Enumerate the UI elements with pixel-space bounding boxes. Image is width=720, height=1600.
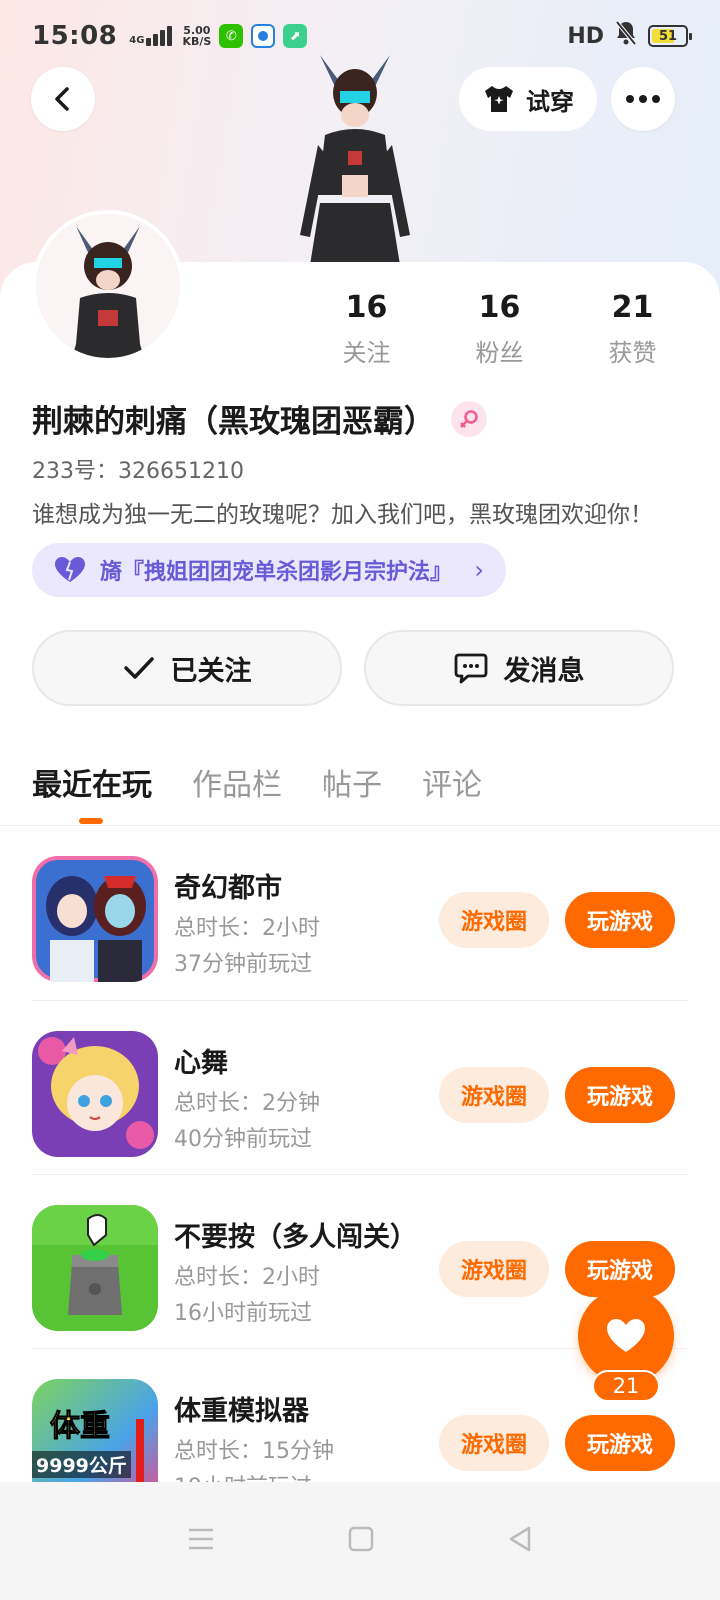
- game-play-duration: 总时长：2分钟: [174, 1091, 320, 1116]
- bio: 谁想成为独一无二的玫瑰呢？加入我们吧，黑玫瑰团欢迎你！: [32, 502, 653, 528]
- followed-label: 已关注: [170, 655, 252, 687]
- play-game-button[interactable]: 玩游戏: [565, 892, 675, 948]
- play-game-button[interactable]: 玩游戏: [565, 1067, 675, 1123]
- game-circle-button[interactable]: 游戏圈: [439, 892, 549, 948]
- tab-recently-played[interactable]: 最近在玩: [32, 760, 152, 804]
- menu-icon[interactable]: [187, 1527, 215, 1555]
- play-game-button[interactable]: 玩游戏: [565, 1415, 675, 1471]
- avatar[interactable]: [32, 210, 184, 362]
- mute-bell-icon: [614, 20, 638, 52]
- game-last-played: 40分钟前玩过: [174, 1127, 312, 1152]
- game-title: 体重模拟器: [174, 1396, 309, 1427]
- female-gender-icon: [451, 400, 487, 437]
- game-last-played: 16小时前玩过: [174, 1301, 312, 1326]
- check-icon: [123, 657, 154, 679]
- battery-icon: 51: [648, 25, 692, 47]
- game-play-duration: 总时长：2小时: [174, 1265, 320, 1290]
- chat-bubble-icon: [454, 653, 487, 684]
- relationship-chip[interactable]: 旖『拽姐团团宠单杀团影月宗护法』 ›: [32, 543, 506, 597]
- signal-icon: 4G: [129, 26, 173, 46]
- profile-tabs: 最近在玩 作品栏 帖子 评论: [32, 760, 482, 804]
- game-play-duration: 总时长：15分钟: [174, 1439, 334, 1464]
- chevron-left-icon: [55, 87, 69, 111]
- heart-icon: [55, 557, 85, 582]
- app-notification-icon-2: ⬈: [283, 24, 308, 48]
- heart-icon: [607, 1319, 645, 1352]
- down-arrow-icon: [136, 1419, 144, 1489]
- profile-stats: 16 关注 16 粉丝 21 获赞: [300, 290, 700, 368]
- network-type: 4G: [129, 35, 145, 46]
- app-notification-icon: [251, 24, 276, 48]
- nickname-row: 荆棘的刺痛（黑玫瑰团恶霸）: [32, 396, 487, 441]
- tab-posts[interactable]: 帖子: [322, 760, 382, 804]
- back-button[interactable]: [31, 67, 95, 131]
- game-icon-fantasy-city: [32, 856, 158, 982]
- more-dots-icon: [626, 95, 660, 103]
- stat-value: 16: [345, 290, 388, 325]
- back-triangle-icon[interactable]: [507, 1525, 533, 1557]
- weight-icon-text: 体重: [50, 1409, 111, 1445]
- avatar-character-image: [36, 214, 180, 358]
- tab-comments[interactable]: 评论: [422, 760, 482, 804]
- stat-likes[interactable]: 21 获赞: [566, 290, 699, 368]
- weight-icon-number: 9999公斤: [32, 1451, 131, 1478]
- stat-value: 16: [478, 290, 521, 325]
- game-title: 奇幻都市: [174, 873, 282, 904]
- stat-followers[interactable]: 16 粉丝: [433, 290, 566, 368]
- send-message-button[interactable]: 发消息: [364, 630, 674, 706]
- wechat-icon: ✆: [219, 24, 244, 48]
- active-tab-indicator: [79, 818, 103, 824]
- status-time: 15:08: [32, 21, 118, 51]
- game-circle-button[interactable]: 游戏圈: [439, 1241, 549, 1297]
- try-on-label: 试穿: [526, 87, 574, 116]
- game-icon-dont-press: [32, 1205, 158, 1331]
- user-id: 233号：326651210: [32, 459, 244, 484]
- game-title: 不要按（多人闯关）: [174, 1222, 417, 1253]
- game-circle-button[interactable]: 游戏圈: [439, 1067, 549, 1123]
- list-item[interactable]: 奇幻都市 总时长：2小时 37分钟前玩过 游戏圈 玩游戏: [0, 826, 720, 1000]
- like-count: 21: [592, 1370, 660, 1402]
- game-last-played: 37分钟前玩过: [174, 952, 312, 977]
- recent-games-list: 奇幻都市 总时长：2小时 37分钟前玩过 游戏圈 玩游戏 心舞 总时长：2分钟 …: [0, 826, 720, 1522]
- game-circle-button[interactable]: 游戏圈: [439, 1415, 549, 1471]
- stat-value: 21: [611, 290, 654, 325]
- home-square-icon[interactable]: [348, 1526, 374, 1556]
- list-item[interactable]: 心舞 总时长：2分钟 40分钟前玩过 游戏圈 玩游戏: [32, 1000, 688, 1174]
- chevron-right-icon: ›: [474, 556, 484, 584]
- stat-following[interactable]: 16 关注: [300, 290, 433, 368]
- shirt-icon: [485, 86, 513, 112]
- tab-works[interactable]: 作品栏: [192, 760, 282, 804]
- followed-button[interactable]: 已关注: [32, 630, 342, 706]
- more-options-button[interactable]: [611, 67, 675, 131]
- system-navigation-bar: [0, 1482, 720, 1600]
- stat-label: 关注: [342, 339, 391, 367]
- try-on-button[interactable]: 试穿: [459, 67, 597, 131]
- network-speed: 5.00 KB/S: [182, 24, 212, 48]
- avatar-3d-figure: [300, 55, 410, 265]
- stat-label: 粉丝: [475, 339, 524, 367]
- relationship-label: 旖『拽姐团团宠单杀团影月宗护法』: [100, 560, 453, 585]
- game-play-duration: 总时长：2小时: [174, 916, 320, 941]
- nickname: 荆棘的刺痛（黑玫瑰团恶霸）: [32, 404, 435, 440]
- stat-label: 获赞: [608, 339, 657, 367]
- hd-indicator: HD: [567, 23, 604, 49]
- game-icon-heart-dance: [32, 1031, 158, 1157]
- game-title: 心舞: [174, 1048, 228, 1079]
- send-message-label: 发消息: [503, 655, 585, 687]
